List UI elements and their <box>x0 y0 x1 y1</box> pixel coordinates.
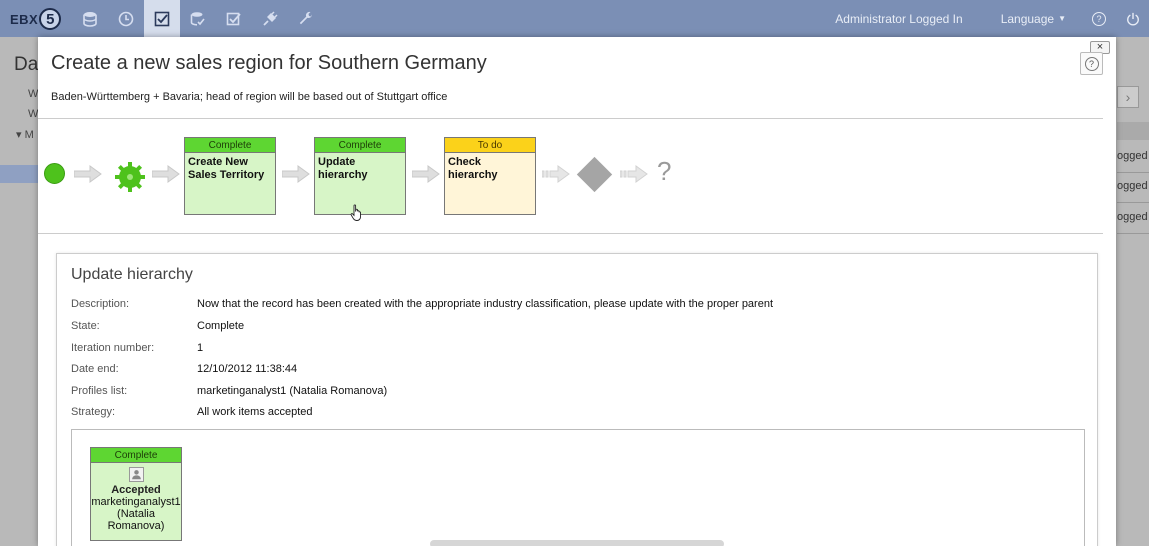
property-label: Iteration number: <box>71 342 155 354</box>
work-item-status: Accepted <box>111 484 161 496</box>
property-label: Date end: <box>71 363 119 375</box>
scrollbar-thumb[interactable] <box>430 540 724 546</box>
modal-help-button[interactable]: ? <box>1080 52 1103 75</box>
wrench-icon[interactable] <box>288 0 324 37</box>
dashed-arrow-right-icon <box>620 165 648 183</box>
help-icon[interactable]: ? <box>1092 11 1106 26</box>
background-selected-row <box>0 165 40 183</box>
caret-down-icon: ▾ <box>16 129 25 141</box>
property-label: Strategy: <box>71 406 116 418</box>
work-item-state-badge: Complete <box>91 448 181 463</box>
work-item-card[interactable]: Complete Accepted marketinganalyst1 (Nat… <box>90 447 182 541</box>
step-details-panel: Update hierarchy Description: Now that t… <box>56 253 1098 546</box>
work-item-user: marketinganalyst1 <box>91 496 181 508</box>
background-tree-item: ▾ M <box>16 128 34 141</box>
property-label: State: <box>71 320 100 332</box>
dashed-arrow-right-icon <box>542 165 570 183</box>
workflow-step-create-territory[interactable]: Complete Create New Sales Territory <box>184 137 276 215</box>
arrow-right-icon <box>152 165 180 183</box>
workflow-start-node[interactable] <box>44 163 65 184</box>
property-label: Description: <box>71 298 130 310</box>
hand-cursor-icon <box>350 204 361 221</box>
property-value: marketinganalyst1 (Natalia Romanova) <box>197 385 388 397</box>
work-item-user: (Natalia <box>117 508 155 520</box>
checklist-icon[interactable] <box>216 0 252 37</box>
work-items-container: Complete Accepted marketinganalyst1 (Nat… <box>71 429 1085 546</box>
divider <box>38 233 1103 234</box>
data-stack-icon[interactable] <box>180 0 216 37</box>
step-label: Update hierarchy <box>318 156 368 181</box>
step-state-badge: To do <box>445 138 535 153</box>
panel-title: Update hierarchy <box>71 266 193 283</box>
arrow-right-icon <box>412 165 440 183</box>
property-value: 1 <box>197 342 204 354</box>
work-item-user: Romanova) <box>107 520 165 532</box>
user-icon <box>128 467 144 482</box>
gear-icon[interactable] <box>114 161 146 193</box>
background-next-button: › <box>1117 86 1139 108</box>
background-table-cell: ogged <box>1117 211 1148 223</box>
property-value: Now that the record has been created wit… <box>197 298 774 310</box>
background-line: W <box>28 108 39 120</box>
chevron-down-icon: ▼ <box>1058 14 1066 23</box>
background-row-divider <box>1117 172 1149 173</box>
background-line: M <box>24 129 34 141</box>
checkbox-icon[interactable] <box>144 0 180 37</box>
arrow-right-icon <box>74 165 102 183</box>
background-line: W <box>28 88 39 100</box>
plug-icon[interactable] <box>252 0 288 37</box>
arrow-right-icon <box>282 165 310 183</box>
topbar-right-group: Administrator Logged In Language ▼ ? <box>835 0 1149 37</box>
background-row-divider <box>1117 233 1149 234</box>
logo-text: EBX <box>10 11 39 27</box>
background-row-divider <box>1117 202 1149 203</box>
step-label: Create New Sales Territory <box>188 156 265 181</box>
step-state-badge: Complete <box>185 138 275 153</box>
nav-icon-group <box>72 0 324 37</box>
modal-subtitle: Baden-Württemberg + Bavaria; head of reg… <box>51 91 448 103</box>
clock-icon[interactable] <box>108 0 144 37</box>
workflow-condition-node[interactable] <box>576 156 613 193</box>
logged-in-status: Administrator Logged In <box>835 11 963 26</box>
top-nav-bar: EBX 5 Administrator Logged In Language ▼ <box>0 0 1149 37</box>
property-value: Complete <box>197 320 245 332</box>
workflow-step-check-hierarchy[interactable]: To do Check hierarchy <box>444 137 536 215</box>
property-label: Profiles list: <box>71 385 128 397</box>
help-icon: ? <box>1084 56 1099 71</box>
app-logo[interactable]: EBX 5 <box>10 8 62 30</box>
property-value: 12/10/2012 11:38:44 <box>197 363 298 375</box>
background-page-title: Da <box>14 54 39 75</box>
power-icon[interactable] <box>1126 12 1140 26</box>
language-label: Language <box>1000 11 1055 26</box>
workflow-modal: × ? Create a new sales region for Southe… <box>38 37 1116 546</box>
step-state-badge: Complete <box>315 138 405 153</box>
background-table-cell: ogged <box>1117 150 1148 162</box>
modal-title: Create a new sales region for Southern G… <box>51 52 487 74</box>
language-menu[interactable]: Language ▼ <box>1001 12 1066 26</box>
step-label: Check hierarchy <box>448 156 498 181</box>
background-table-cell: ogged <box>1117 180 1148 192</box>
logo-version-badge: 5 <box>39 8 62 30</box>
database-icon[interactable] <box>72 0 108 37</box>
workflow-unknown-node[interactable]: ? <box>657 156 671 187</box>
background-table-header <box>1117 122 1149 140</box>
property-value: All work items accepted <box>197 406 313 418</box>
divider <box>38 118 1103 119</box>
